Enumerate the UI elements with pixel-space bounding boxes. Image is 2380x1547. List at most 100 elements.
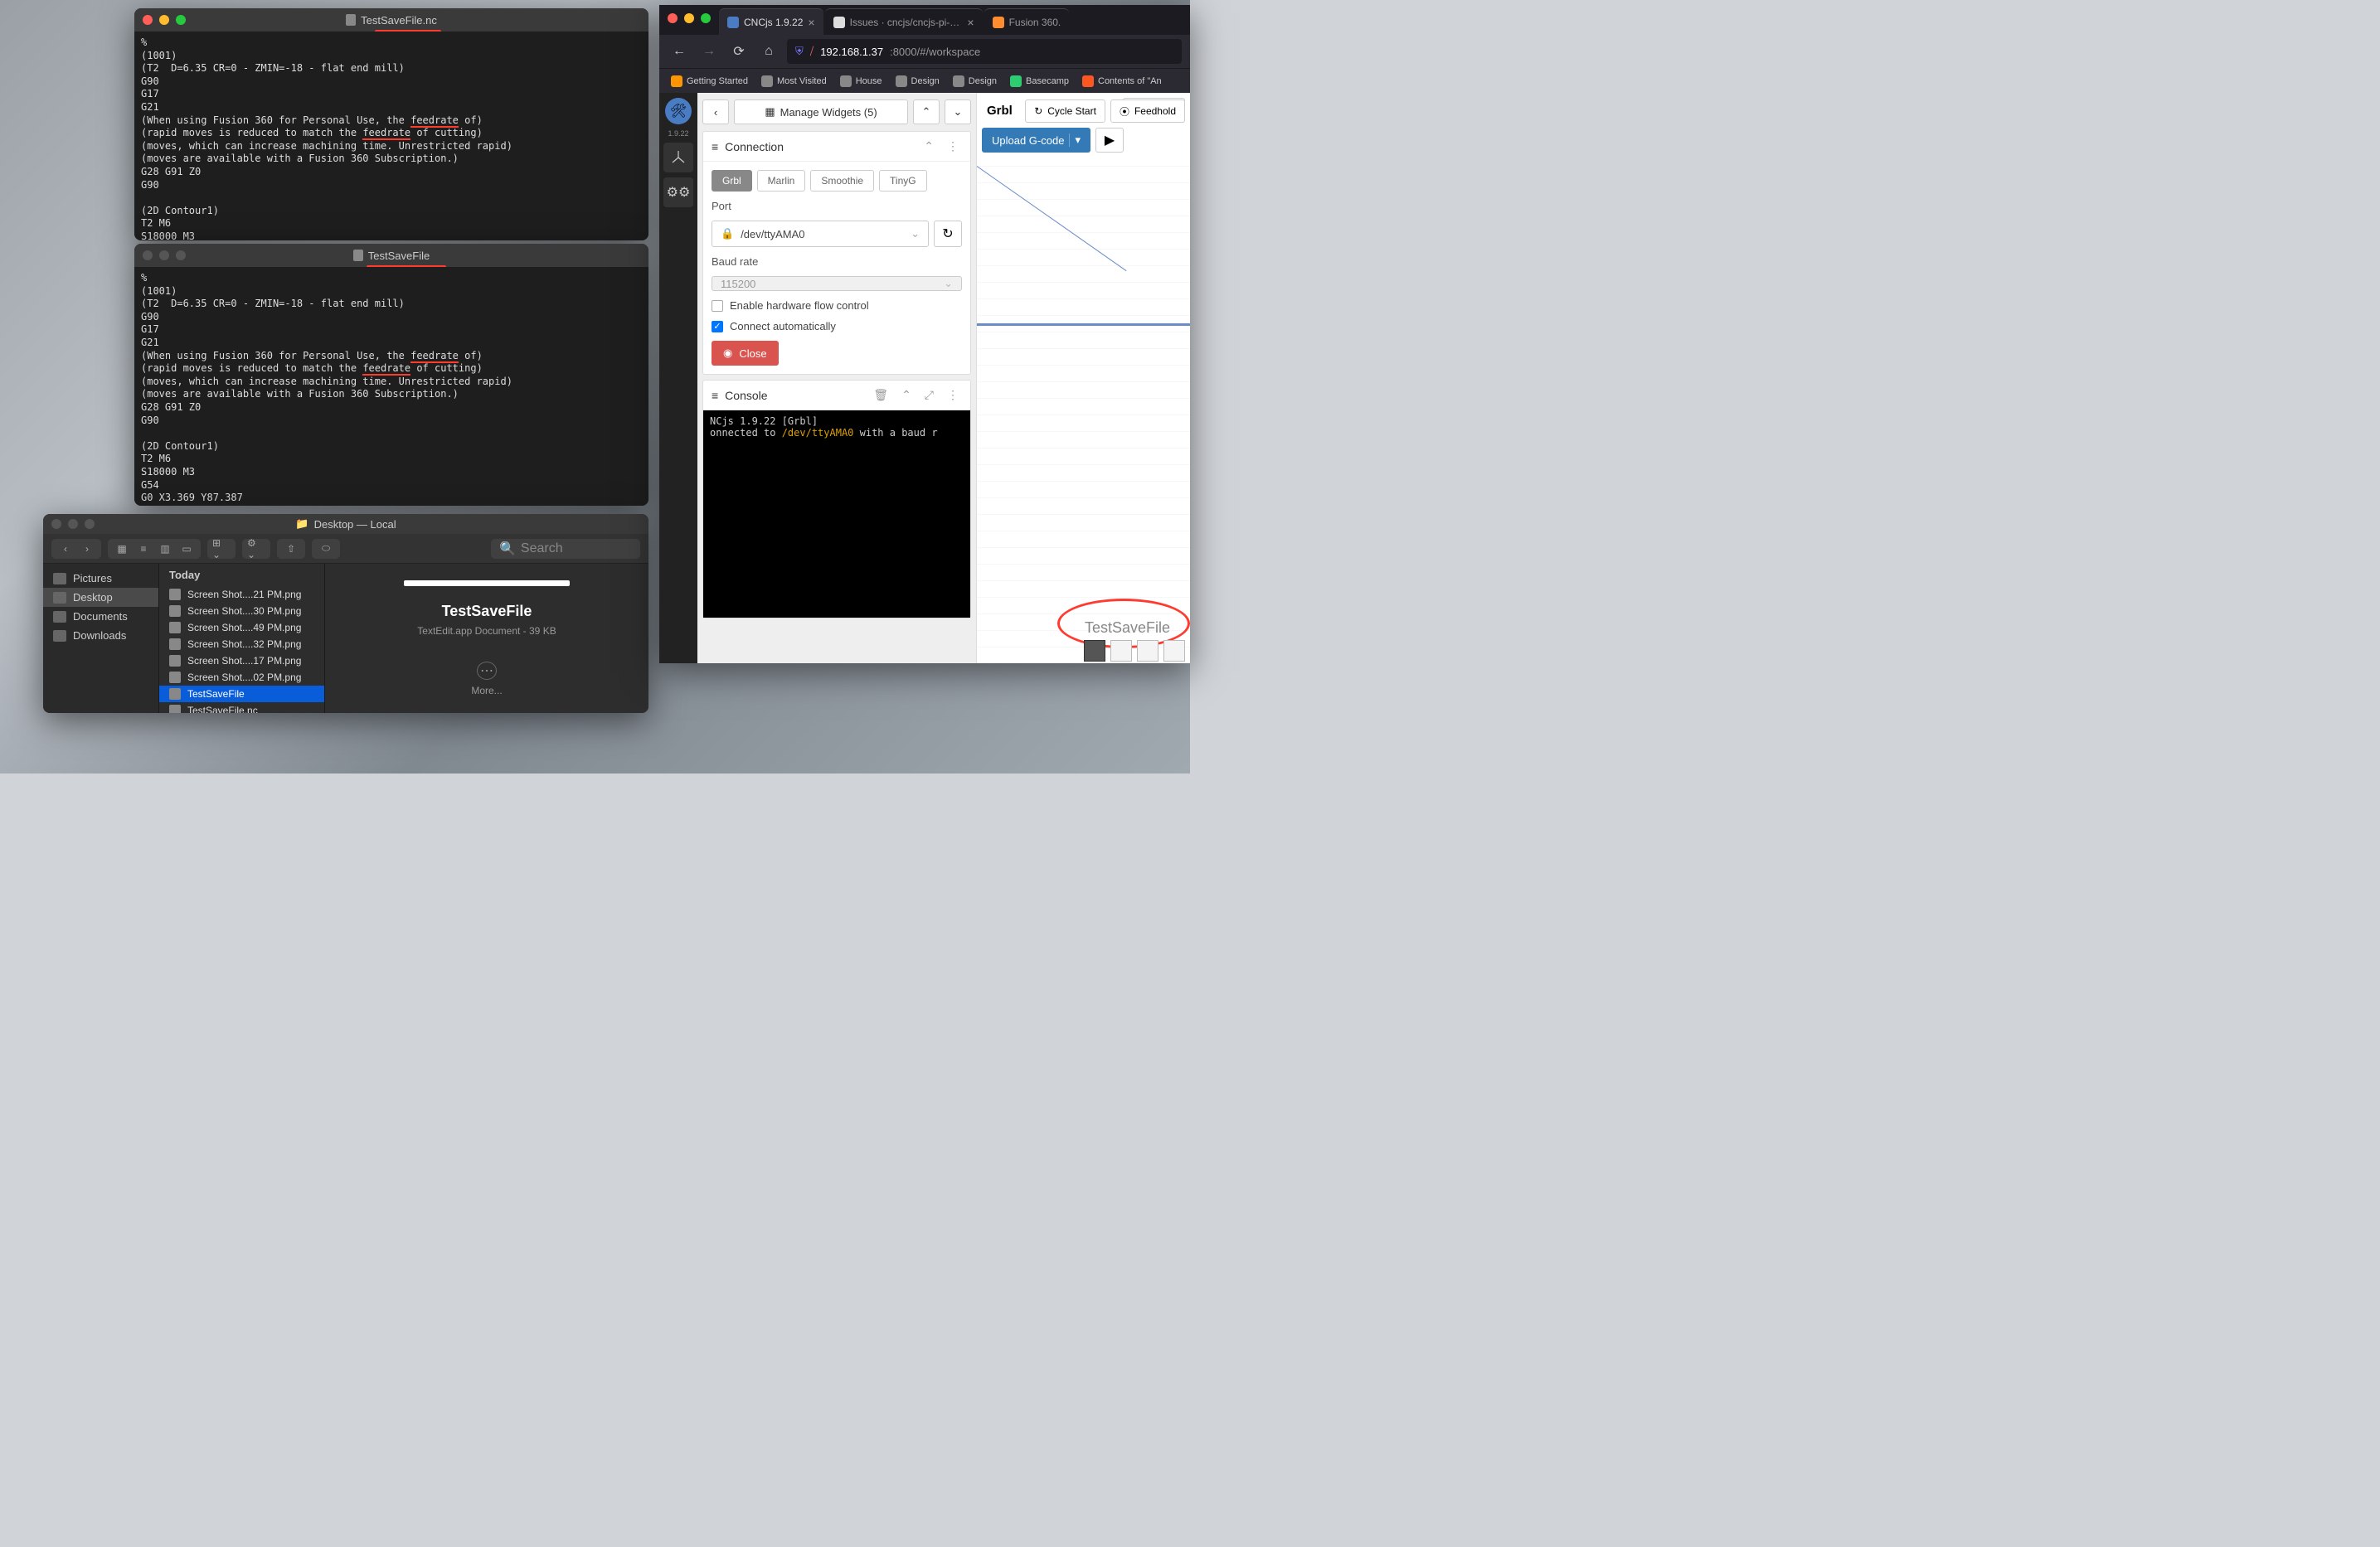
- port-select[interactable]: 🔒 /dev/ttyAMA0 ⌄: [712, 221, 929, 247]
- scroll-down-button[interactable]: ⌄: [945, 99, 971, 124]
- view-cube[interactable]: [1137, 640, 1158, 662]
- feedhold-button[interactable]: ⦿Feedhold: [1110, 99, 1185, 123]
- home-button[interactable]: ⌂: [757, 40, 780, 63]
- controller-tab-smoothie[interactable]: Smoothie: [810, 170, 874, 192]
- list-item[interactable]: Screen Shot....32 PM.png: [159, 636, 324, 652]
- axes-button[interactable]: [663, 143, 693, 172]
- arrange-menu[interactable]: ⊞ ⌄: [207, 539, 236, 559]
- sidebar-item-desktop[interactable]: Desktop: [43, 588, 158, 607]
- sidebar-item-downloads[interactable]: Downloads: [43, 626, 158, 645]
- close-connection-button[interactable]: ◉ Close: [712, 341, 779, 366]
- browser-tab[interactable]: Issues · cncjs/cncjs-pi-rasp×: [825, 8, 983, 35]
- more-label[interactable]: More...: [471, 685, 502, 696]
- collapse-icon[interactable]: ⌃: [898, 388, 915, 402]
- shield-icon[interactable]: ⛨: [795, 45, 804, 58]
- zoom-icon[interactable]: [701, 13, 711, 23]
- share-icon[interactable]: ⇧: [282, 541, 300, 556]
- cycle-start-button[interactable]: ↻Cycle Start: [1025, 99, 1105, 123]
- bookmark-item[interactable]: Design: [948, 73, 1002, 90]
- checkbox-icon[interactable]: ✓: [712, 321, 723, 332]
- list-item[interactable]: TestSaveFile.nc: [159, 702, 324, 713]
- console-output[interactable]: NCjs 1.9.22 [Grbl] onnected to /dev/ttyA…: [703, 410, 970, 618]
- baud-select[interactable]: 115200 ⌄: [712, 276, 962, 291]
- checkbox-icon[interactable]: [712, 300, 723, 312]
- controller-tab-grbl[interactable]: Grbl: [712, 170, 752, 192]
- close-tab-icon[interactable]: ×: [967, 16, 974, 29]
- column-view-icon[interactable]: ▥: [156, 541, 174, 556]
- bookmark-item[interactable]: Design: [891, 73, 945, 90]
- list-item[interactable]: Screen Shot....02 PM.png: [159, 669, 324, 686]
- menu-icon[interactable]: ≡: [712, 140, 718, 153]
- more-icon[interactable]: ⋮: [944, 139, 962, 153]
- list-item[interactable]: Screen Shot....49 PM.png: [159, 619, 324, 636]
- back-button[interactable]: ←: [668, 40, 691, 63]
- controller-tab-tinyg[interactable]: TinyG: [879, 170, 927, 192]
- settings-button[interactable]: ⚙⚙: [663, 177, 693, 207]
- address-field[interactable]: ⛨ ⧸ 192.168.1.37:8000/#/workspace: [787, 39, 1182, 64]
- collapse-icon[interactable]: ⌃: [920, 139, 937, 153]
- play-button[interactable]: ▶: [1095, 128, 1124, 153]
- titlebar[interactable]: TestSaveFile.nc: [134, 8, 648, 32]
- search-field[interactable]: 🔍 Search: [491, 539, 640, 559]
- controller-tab-marlin[interactable]: Marlin: [757, 170, 806, 192]
- manage-widgets-button[interactable]: ▦ Manage Widgets (5): [734, 99, 908, 124]
- close-icon[interactable]: [668, 13, 678, 23]
- auto-connect-checkbox[interactable]: ✓ Connect automatically: [712, 320, 962, 332]
- back-icon[interactable]: ‹: [56, 541, 75, 556]
- sidebar-item-documents[interactable]: Documents: [43, 607, 158, 626]
- toolpath-viewport[interactable]: TestSaveFile: [977, 158, 1190, 663]
- more-icon[interactable]: ⋮: [944, 388, 962, 402]
- gear-icon[interactable]: ⚙ ⌄: [247, 541, 265, 556]
- bookmark-item[interactable]: Basecamp: [1005, 73, 1074, 90]
- minimize-icon[interactable]: [684, 13, 694, 23]
- bookmark-item[interactable]: Contents of "An: [1077, 73, 1167, 90]
- refresh-ports-button[interactable]: ↻: [934, 221, 962, 247]
- editor-body[interactable]: % (1001) (T2 D=6.35 CR=0 - ZMIN=-18 - fl…: [134, 32, 648, 240]
- finder-window: 📁 Desktop — Local ‹ › ▦ ≡ ▥ ▭ ⊞ ⌄ ⚙ ⌄ ⇧ …: [43, 514, 648, 713]
- browser-tab[interactable]: Fusion 360.: [984, 8, 1070, 35]
- chevron-down-icon[interactable]: ▾: [1069, 133, 1081, 147]
- list-item[interactable]: Screen Shot....30 PM.png: [159, 603, 324, 619]
- port-value: /dev/ttyAMA0: [741, 228, 804, 240]
- action-menu[interactable]: ⚙ ⌄: [242, 539, 270, 559]
- list-item[interactable]: Screen Shot....21 PM.png: [159, 586, 324, 603]
- forward-icon[interactable]: ›: [78, 541, 96, 556]
- titlebar[interactable]: 📁 Desktop — Local: [43, 514, 648, 534]
- view-cube[interactable]: [1110, 640, 1132, 662]
- sidebar-item-pictures[interactable]: Pictures: [43, 569, 158, 588]
- icon-view-icon[interactable]: ▦: [113, 541, 131, 556]
- flow-control-checkbox[interactable]: Enable hardware flow control: [712, 299, 962, 312]
- editor-body[interactable]: % (1001) (T2 D=6.35 CR=0 - ZMIN=-18 - fl…: [134, 267, 648, 506]
- menu-icon[interactable]: ≡: [712, 389, 718, 402]
- titlebar[interactable]: TestSaveFile: [134, 244, 648, 267]
- close-tab-icon[interactable]: ×: [808, 16, 814, 29]
- expand-icon[interactable]: ⤢: [921, 388, 937, 402]
- browser-tab[interactable]: CNCjs 1.9.22×: [719, 8, 823, 35]
- toolpath-segment: [977, 323, 1190, 326]
- list-view-icon[interactable]: ≡: [134, 541, 153, 556]
- trash-icon[interactable]: 🗑: [870, 388, 891, 402]
- forward-button[interactable]: →: [697, 40, 721, 63]
- view-cube[interactable]: [1163, 640, 1185, 662]
- bookmark-item[interactable]: Getting Started: [666, 73, 753, 90]
- scroll-up-button[interactable]: ⌃: [913, 99, 940, 124]
- traffic-lights[interactable]: [668, 13, 711, 23]
- gallery-view-icon[interactable]: ▭: [177, 541, 196, 556]
- tags-button[interactable]: ⬭: [312, 539, 340, 559]
- more-icon[interactable]: ⋯: [477, 662, 497, 680]
- tag-icon[interactable]: ⬭: [317, 541, 335, 556]
- view-cube[interactable]: [1084, 640, 1105, 662]
- bookmark-item[interactable]: House: [835, 73, 887, 90]
- nav-back-forward[interactable]: ‹ ›: [51, 539, 101, 559]
- view-modes[interactable]: ▦ ≡ ▥ ▭: [108, 539, 201, 559]
- file-name: Screen Shot....32 PM.png: [187, 638, 301, 650]
- list-item[interactable]: Screen Shot....17 PM.png: [159, 652, 324, 669]
- reload-button[interactable]: ⟳: [727, 40, 750, 63]
- collapse-left-button[interactable]: ‹: [702, 99, 729, 124]
- cncjs-logo[interactable]: 🛠: [665, 98, 692, 124]
- file-name: TestSaveFile.nc: [187, 705, 258, 713]
- list-item[interactable]: TestSaveFile: [159, 686, 324, 702]
- share-button[interactable]: ⇧: [277, 539, 305, 559]
- bookmark-item[interactable]: Most Visited: [756, 73, 832, 90]
- upload-gcode-button[interactable]: Upload G-code ▾: [982, 128, 1090, 153]
